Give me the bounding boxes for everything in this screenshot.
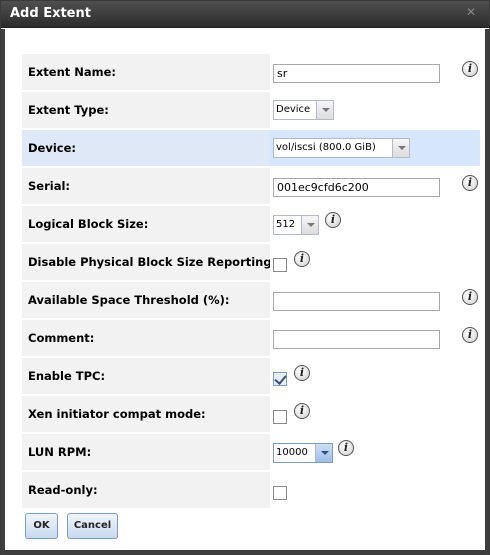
- row-extent-type: Extent Type: Device: [22, 92, 480, 128]
- xen-compat-info-icon[interactable]: i: [294, 403, 310, 419]
- extent-name-info-icon[interactable]: i: [462, 61, 478, 77]
- close-icon[interactable]: ✕: [465, 6, 477, 18]
- dialog-title: Add Extent: [10, 6, 91, 21]
- device-select[interactable]: vol/iscsi (800.0 GiB): [273, 138, 410, 158]
- lun-rpm-field-cell: 10000: [270, 434, 480, 470]
- frame-right: [485, 29, 489, 555]
- frame-bottom: [1, 550, 489, 554]
- xen-compat-label: Xen initiator compat mode:: [22, 396, 270, 432]
- read-only-field-cell: [270, 472, 480, 508]
- frame-left: [1, 29, 5, 555]
- logical-block-size-field-cell: 512: [270, 206, 480, 242]
- available-space-threshold-field-cell: [270, 282, 480, 318]
- device-label: Device:: [22, 130, 270, 166]
- available-space-threshold-input[interactable]: [273, 292, 440, 311]
- extent-name-label: Extent Name:: [22, 54, 270, 90]
- device-field-cell: vol/iscsi (800.0 GiB): [270, 130, 480, 166]
- lun-rpm-value: 10000: [276, 447, 308, 458]
- row-comment: Comment:: [22, 320, 480, 356]
- disable-pbs-reporting-checkbox[interactable]: [273, 258, 287, 272]
- comment-input[interactable]: [273, 330, 440, 349]
- enable-tpc-checkbox[interactable]: [273, 372, 287, 386]
- disable-pbs-reporting-label: Disable Physical Block Size Reporting:: [22, 244, 276, 280]
- ok-button[interactable]: OK: [25, 513, 58, 539]
- comment-info-icon[interactable]: i: [462, 327, 478, 343]
- extent-type-select[interactable]: Device: [273, 100, 334, 120]
- read-only-checkbox[interactable]: [273, 486, 287, 500]
- available-space-threshold-label: Available Space Threshold (%):: [22, 282, 270, 318]
- logical-block-size-select[interactable]: 512: [273, 215, 319, 235]
- add-extent-dialog: Add Extent ✕ Extent Name: sr i Extent Ty…: [0, 0, 490, 555]
- row-serial: Serial: 001ec9cfd6c200: [22, 168, 480, 204]
- chevron-down-icon[interactable]: [315, 444, 332, 462]
- row-disable-pbs-reporting: Disable Physical Block Size Reporting:: [22, 244, 480, 280]
- extent-type-field-cell: Device: [270, 92, 480, 128]
- extent-name-input[interactable]: sr: [273, 64, 440, 83]
- serial-label: Serial:: [22, 168, 270, 204]
- row-lun-rpm: LUN RPM: 10000: [22, 434, 480, 470]
- logical-block-size-label: Logical Block Size:: [22, 206, 270, 242]
- row-read-only: Read-only:: [22, 472, 480, 508]
- lun-rpm-select[interactable]: 10000: [273, 443, 333, 463]
- serial-info-icon[interactable]: i: [462, 175, 478, 191]
- read-only-label: Read-only:: [22, 472, 270, 508]
- enable-tpc-label: Enable TPC:: [22, 358, 270, 394]
- chevron-down-icon[interactable]: [301, 216, 318, 234]
- comment-label: Comment:: [22, 320, 270, 356]
- disable-pbs-reporting-info-icon[interactable]: i: [294, 251, 310, 267]
- available-space-threshold-info-icon[interactable]: i: [462, 289, 478, 305]
- chevron-down-icon[interactable]: [392, 139, 409, 157]
- serial-input[interactable]: 001ec9cfd6c200: [273, 178, 440, 197]
- logical-block-size-value: 512: [276, 219, 296, 230]
- row-enable-tpc: Enable TPC:: [22, 358, 480, 394]
- row-available-space-threshold: Available Space Threshold (%):: [22, 282, 480, 318]
- chevron-down-icon[interactable]: [316, 101, 333, 119]
- extent-type-label: Extent Type:: [22, 92, 270, 128]
- lun-rpm-label: LUN RPM:: [22, 434, 270, 470]
- row-xen-compat: Xen initiator compat mode:: [22, 396, 480, 432]
- xen-compat-checkbox[interactable]: [273, 410, 287, 424]
- row-device: Device: vol/iscsi (800.0 GiB): [22, 130, 480, 166]
- logical-block-size-info-icon[interactable]: i: [325, 212, 341, 228]
- lun-rpm-info-icon[interactable]: i: [338, 440, 354, 456]
- enable-tpc-info-icon[interactable]: i: [294, 365, 310, 381]
- cancel-button[interactable]: Cancel: [67, 513, 118, 539]
- extent-type-value: Device: [276, 104, 311, 115]
- row-extent-name: Extent Name: sr: [22, 54, 480, 90]
- extent-name-field-cell: sr: [270, 54, 480, 90]
- row-logical-block-size: Logical Block Size: 512: [22, 206, 480, 242]
- serial-field-cell: 001ec9cfd6c200: [270, 168, 480, 204]
- title-bar[interactable]: Add Extent ✕: [1, 1, 489, 28]
- device-value: vol/iscsi (800.0 GiB): [276, 142, 376, 153]
- comment-field-cell: [270, 320, 480, 356]
